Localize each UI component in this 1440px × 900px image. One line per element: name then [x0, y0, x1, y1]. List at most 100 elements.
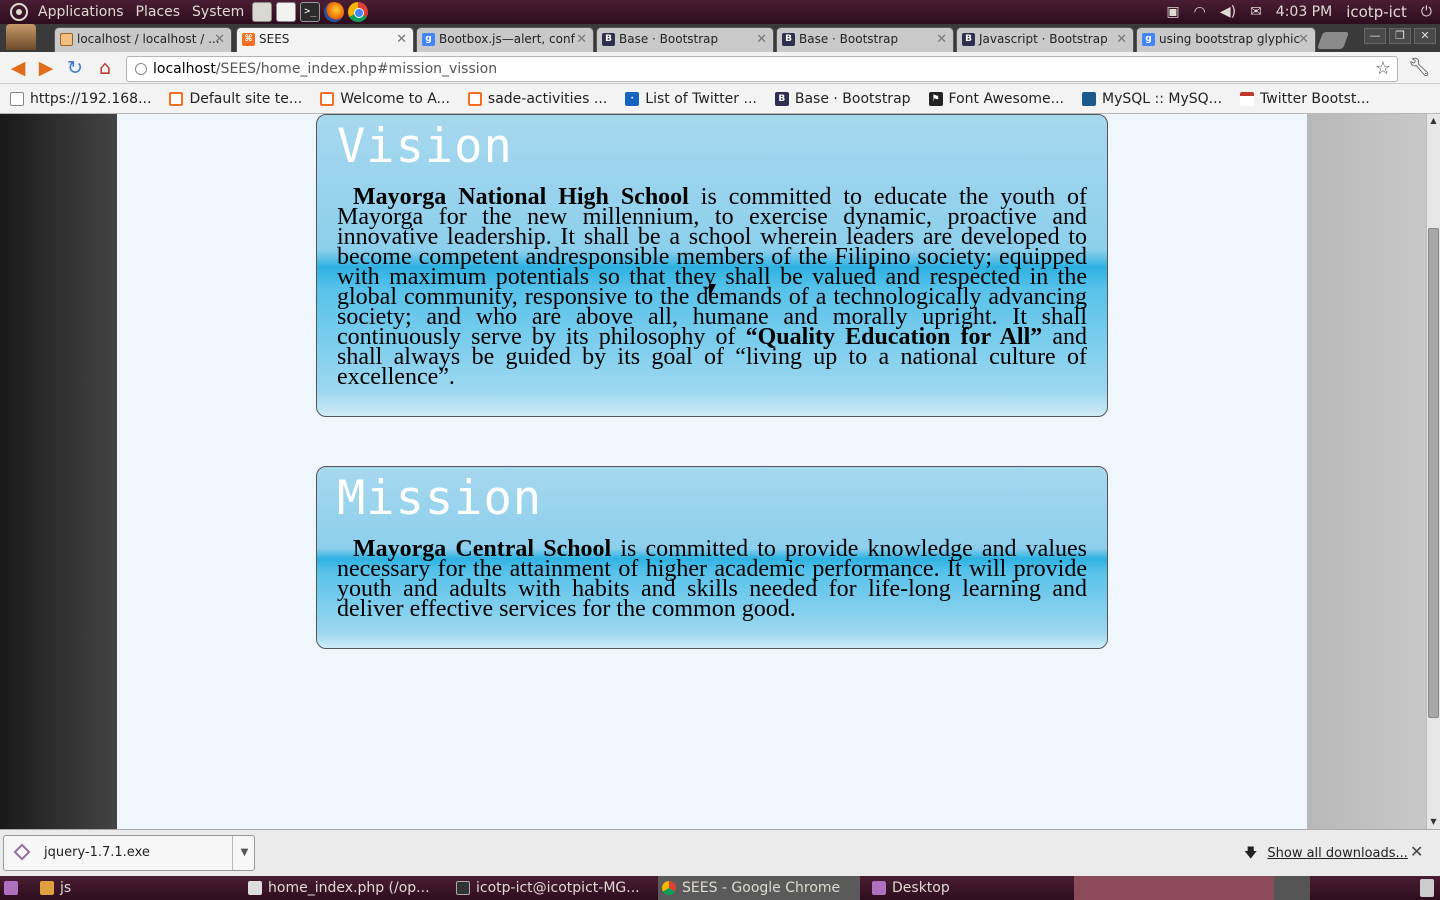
tab-phpmyadmin[interactable]: localhost / localhost / ... ✕	[54, 27, 232, 52]
menu-places[interactable]: Places	[130, 0, 187, 24]
bookmark-label: Default site te...	[189, 90, 303, 107]
chrome-launcher-icon[interactable]	[348, 2, 369, 22]
download-filename: jquery-1.7.1.exe	[44, 845, 150, 860]
bookmark-item[interactable]: https://192.168...	[10, 91, 151, 107]
tab-title: Javascript · Bootstrap	[979, 32, 1108, 46]
xampp-icon: ⌘	[242, 33, 255, 46]
user-menu[interactable]: icotp-ict	[1346, 3, 1407, 21]
chrome-tray-icon[interactable]	[1274, 876, 1310, 900]
tab-sees[interactable]: ⌘ SEES ✕	[236, 27, 414, 53]
bookmark-label: sade-activities ...	[487, 90, 608, 107]
firefox-launcher-icon[interactable]	[324, 2, 345, 22]
volume-icon[interactable]: ◀)	[1220, 0, 1236, 24]
page-scrollbar[interactable]: ▲ ▼	[1426, 114, 1440, 829]
mouse-cursor-icon	[709, 284, 716, 298]
download-menu-dropdown[interactable]: ▼	[232, 836, 256, 870]
task-editor[interactable]: home_index.php (/op...	[244, 876, 444, 900]
browser-toolbar: ◀ ▶ ↻ ⌂ localhost/SEES/home_index.php#mi…	[0, 52, 1440, 84]
bookmark-item[interactable]: Welcome to A...	[320, 91, 450, 107]
menu-system[interactable]: System	[186, 0, 250, 24]
terminal-launcher-icon[interactable]: >_	[300, 2, 321, 22]
close-icon[interactable]: ✕	[1116, 28, 1127, 51]
bookmark-item[interactable]: sade-activities ...	[467, 90, 608, 107]
mission-text: Mayorga Central School is committed to p…	[317, 527, 1107, 621]
show-desktop-icon[interactable]	[4, 881, 18, 895]
scroll-down-arrow-icon[interactable]: ▼	[1427, 815, 1440, 829]
task-chrome[interactable]: SEES - Google Chrome	[658, 876, 860, 900]
profile-avatar[interactable]	[6, 24, 36, 50]
address-bar[interactable]: localhost/SEES/home_index.php#mission_vi…	[126, 56, 1398, 82]
chrome-icon	[662, 881, 676, 895]
task-label: SEES - Google Chrome	[682, 880, 841, 896]
bookmark-label: https://192.168...	[30, 90, 152, 107]
page-info-icon[interactable]	[135, 63, 147, 75]
tab-base-bootstrap-1[interactable]: B Base · Bootstrap ✕	[596, 27, 774, 52]
screenshot-icon[interactable]: ▣	[1166, 0, 1179, 24]
tab-title: Base · Bootstrap	[799, 32, 899, 46]
download-shelf: jquery-1.7.1.exe ▼ 🡇 Show all downloads..…	[0, 829, 1440, 876]
xampp-icon	[169, 91, 184, 106]
close-icon[interactable]: ✕	[396, 28, 407, 51]
bookmark-label: Base · Bootstrap	[794, 90, 911, 107]
scroll-thumb[interactable]	[1428, 228, 1439, 718]
close-icon[interactable]: ✕	[756, 28, 767, 51]
maximize-button[interactable]: ❐	[1389, 28, 1411, 44]
tab-glyphicons-search[interactable]: g using bootstrap glyphic ✕	[1136, 27, 1316, 52]
phpmyadmin-icon	[60, 33, 73, 46]
forward-arrow-icon[interactable]: ▶	[35, 57, 57, 79]
home-icon[interactable]: ⌂	[94, 57, 116, 79]
top-panel: Applications Places System >_ ▣ ◠ ◀) ✉ 4…	[0, 0, 1440, 24]
bookmark-label: List of Twitter ...	[645, 90, 757, 107]
close-window-button[interactable]: ✕	[1414, 28, 1436, 44]
task-label: js	[60, 880, 72, 896]
bookmark-label: Font Awesome...	[948, 90, 1064, 107]
workspace-area[interactable]	[1074, 876, 1274, 900]
tab-title: Base · Bootstrap	[619, 32, 719, 46]
task-desktop[interactable]: Desktop	[868, 876, 1068, 900]
mysql-icon	[1082, 91, 1096, 106]
folder-js-task[interactable]: js	[36, 876, 71, 900]
text-editor-launcher-icon[interactable]	[276, 2, 297, 22]
bookmark-item[interactable]: MySQL :: MySQ...	[1082, 91, 1222, 107]
address-host: localhost	[153, 61, 216, 77]
reload-icon[interactable]: ↻	[64, 57, 86, 79]
task-terminal[interactable]: icotp-ict@icotpict-MG...	[452, 876, 652, 900]
trash-icon[interactable]	[1420, 879, 1434, 897]
show-all-downloads-link[interactable]: 🡇 Show all downloads...	[1244, 844, 1408, 866]
bookmark-star-icon[interactable]: ☆	[1375, 57, 1391, 81]
tab-bootbox[interactable]: g Bootbox.js—alert, conf ✕	[416, 27, 594, 52]
back-arrow-icon[interactable]: ◀	[7, 57, 29, 79]
power-icon[interactable]: ⏻	[1421, 0, 1432, 24]
close-icon[interactable]: ✕	[576, 28, 587, 51]
scroll-up-arrow-icon[interactable]: ▲	[1427, 114, 1440, 128]
bookmark-item[interactable]: · List of Twitter ...	[625, 91, 757, 107]
google-icon: g	[1142, 33, 1155, 46]
network-icon[interactable]: ◠	[1194, 0, 1206, 24]
bookmark-item[interactable]: Twitter Bootst...	[1240, 91, 1370, 107]
new-tab-button[interactable]	[1316, 32, 1350, 49]
bookmark-item[interactable]: Default site te...	[169, 91, 302, 107]
tab-javascript-bootstrap[interactable]: B Javascript · Bootstrap ✕	[956, 27, 1134, 52]
wrench-menu-icon[interactable]: 🔧︎	[1408, 57, 1431, 78]
close-icon[interactable]: ✕	[214, 28, 225, 51]
tab-strip: localhost / localhost / ... ✕ ⌘ SEES ✕ g…	[0, 24, 1440, 53]
system-tray: ▣ ◠ ◀) ✉ 4:03 PM icotp-ict ⏻	[1166, 0, 1440, 24]
page-viewport: Vision Mayorga National High School is c…	[0, 114, 1426, 829]
bookmark-item[interactable]: ⚑ Font Awesome...	[928, 90, 1064, 107]
google-icon: g	[422, 33, 435, 46]
vision-text: Mayorga National High School is committe…	[317, 175, 1107, 389]
download-item[interactable]: jquery-1.7.1.exe ▼	[3, 835, 255, 871]
bookmark-item[interactable]: B Base · Bootstrap	[774, 90, 911, 107]
mail-icon[interactable]: ✉	[1250, 0, 1262, 24]
minimize-button[interactable]: —	[1364, 28, 1386, 44]
clock[interactable]: 4:03 PM	[1276, 4, 1332, 20]
ubuntu-logo-icon[interactable]	[10, 3, 28, 21]
close-icon[interactable]: ✕	[1298, 28, 1309, 51]
tab-base-bootstrap-2[interactable]: B Base · Bootstrap ✕	[776, 27, 954, 52]
calculator-launcher-icon[interactable]	[252, 2, 273, 22]
menu-applications[interactable]: Applications	[32, 0, 130, 24]
close-shelf-icon[interactable]: ✕	[1410, 842, 1423, 861]
close-icon[interactable]: ✕	[936, 28, 947, 51]
desktop-icon	[872, 881, 886, 895]
address-path: /SEES/home_index.php#mission_vission	[215, 61, 498, 77]
